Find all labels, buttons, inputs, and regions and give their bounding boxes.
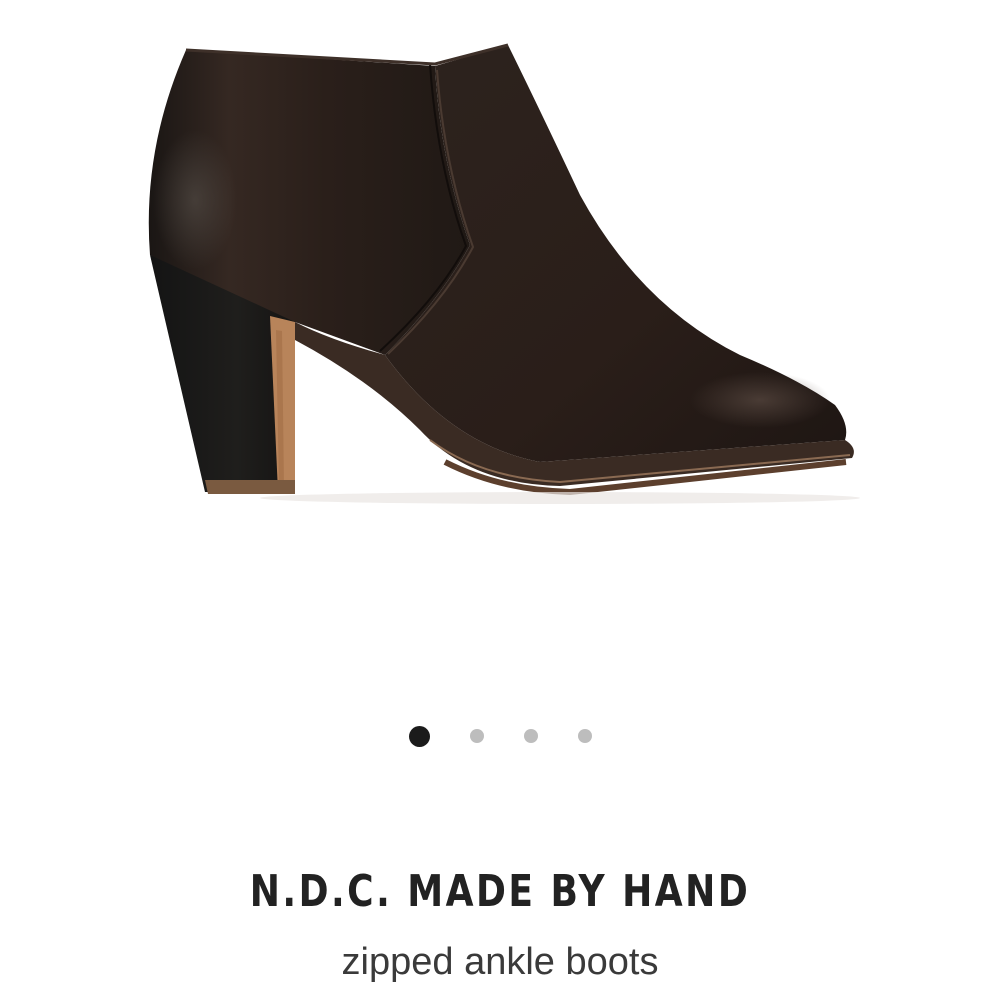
product-image[interactable]	[0, 0, 1000, 700]
product-name: zipped ankle boots	[341, 941, 659, 983]
gallery-dot-1[interactable]	[408, 725, 430, 747]
gallery-pagination	[0, 724, 1000, 748]
gallery-dot-3[interactable]	[523, 729, 538, 743]
product-page: N.D.C. MADE BY HAND zipped ankle boots	[0, 0, 1000, 1000]
gallery-dot-4[interactable]	[577, 729, 592, 743]
product-image-gallery[interactable]	[0, 0, 1000, 700]
gallery-dot-2[interactable]	[469, 729, 484, 743]
product-brand[interactable]: N.D.C. MADE BY HAND	[90, 862, 910, 922]
